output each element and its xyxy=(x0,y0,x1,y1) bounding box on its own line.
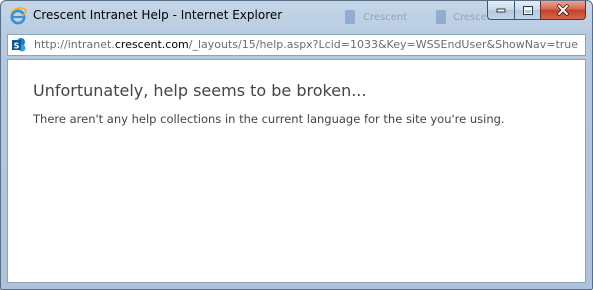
url-host: crescent.com xyxy=(114,38,189,51)
internet-explorer-icon[interactable] xyxy=(9,7,27,25)
title-bar[interactable]: Crescent Intranet Help - Internet Explor… xyxy=(1,1,592,31)
error-heading: Unfortunately, help seems to be broken..… xyxy=(33,81,367,100)
close-icon xyxy=(557,4,569,16)
url-prefix: http://intranet. xyxy=(34,38,115,51)
minimize-icon xyxy=(496,8,505,13)
url-path: /_layouts/15/help.aspx?Lcid=1033&Key=WSS… xyxy=(188,38,579,51)
error-message: There aren't any help collections in the… xyxy=(33,112,505,126)
minimize-button[interactable] xyxy=(487,1,514,20)
svg-text:S: S xyxy=(14,42,20,51)
address-bar[interactable]: S http://intranet.crescent.com/_layouts/… xyxy=(7,34,586,56)
caption-buttons xyxy=(487,1,586,20)
close-button[interactable] xyxy=(540,1,586,20)
url-text[interactable]: http://intranet.crescent.com/_layouts/15… xyxy=(34,38,578,51)
maximize-button[interactable] xyxy=(514,1,540,20)
maximize-icon xyxy=(522,5,533,15)
sharepoint-icon: S xyxy=(11,37,27,53)
window-title: Crescent Intranet Help - Internet Explor… xyxy=(33,8,283,22)
help-content-pane: Unfortunately, help seems to be broken..… xyxy=(7,59,586,283)
browser-window: Crescent Intranet Crescen Crescent Intra… xyxy=(0,0,593,290)
